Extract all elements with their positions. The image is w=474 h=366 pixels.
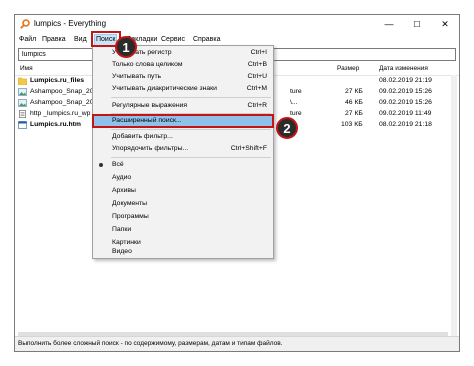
menu-item-add-filter[interactable]: Добавить фильтр...	[93, 131, 273, 143]
status-text: Выполнить более сложный поиск - по содер…	[18, 340, 283, 347]
menu-item-advanced-search[interactable]: Расширенный поиск...	[92, 114, 274, 128]
file-date: 08.02.2019 21:19	[379, 77, 432, 84]
menu-item-organize-filters[interactable]: Упорядочить фильтры... Ctrl+Shift+F	[93, 143, 273, 155]
folder-icon	[18, 77, 27, 85]
file-name: Lumpics.ru.htm	[30, 121, 81, 128]
step-2-callout: 2	[276, 117, 298, 139]
column-size[interactable]: Размер	[337, 65, 359, 72]
menu-item-shortcut: Ctrl+M	[246, 85, 267, 92]
file-path: ture	[290, 88, 302, 95]
menu-separator	[111, 113, 271, 114]
menu-item-filter-everything[interactable]: Всё	[93, 159, 273, 171]
menu-item-label: Программы	[112, 213, 149, 220]
minimize-button[interactable]: —	[375, 15, 403, 33]
search-menu-dropdown: Учитывать регистр Ctrl+I Только слова це…	[92, 45, 274, 259]
menu-item-label: Всё	[112, 161, 124, 168]
menu-item-whole-words[interactable]: Только слова целиком Ctrl+B	[93, 59, 273, 71]
text-file-icon	[19, 110, 26, 118]
menu-item-label: Документы	[112, 200, 148, 207]
menu-item-filter-audio[interactable]: Аудио	[93, 172, 273, 184]
close-button[interactable]: ✕	[431, 15, 459, 33]
menu-item-filter-programs[interactable]: Программы	[93, 211, 273, 223]
step-1-callout: 1	[115, 36, 137, 58]
file-date: 09.02.2019 15:26	[379, 99, 432, 106]
menu-item-label: Видео	[112, 248, 132, 255]
menu-item-label: Аудио	[112, 174, 132, 181]
image-file-icon	[18, 99, 27, 107]
file-date: 09.02.2019 15:26	[379, 88, 432, 95]
menu-item-filter-archives[interactable]: Архивы	[93, 185, 273, 197]
menu-file[interactable]: Файл	[19, 36, 36, 43]
menu-item-filter-video[interactable]: Видео	[93, 246, 273, 258]
menu-separator	[111, 97, 271, 98]
file-name: Ashampoo_Snap_2019	[30, 99, 102, 106]
menu-item-filter-documents[interactable]: Документы	[93, 198, 273, 210]
title-bar: lumpics - Everything — ☐ ✕	[15, 15, 459, 33]
menu-item-label: Регулярные выражения	[112, 102, 188, 109]
image-file-icon	[18, 88, 27, 96]
menu-help[interactable]: Справка	[193, 36, 220, 43]
menu-item-regex[interactable]: Регулярные выражения Ctrl+R	[93, 100, 273, 112]
menu-item-match-diacritics[interactable]: Учитывать диакритические знаки Ctrl+M	[93, 83, 273, 95]
menu-item-shortcut: Ctrl+R	[247, 102, 267, 109]
menu-separator	[111, 157, 271, 158]
file-size: 103 КБ	[341, 121, 363, 128]
file-name: http _lumpics.ru_wp	[30, 110, 91, 117]
menu-item-match-path[interactable]: Учитывать путь Ctrl+U	[93, 71, 273, 83]
menu-tools[interactable]: Сервис	[161, 36, 185, 43]
status-bar: Выполнить более сложный поиск - по содер…	[15, 336, 459, 351]
file-size: 46 КБ	[345, 99, 363, 106]
menu-item-label: Учитывать путь	[112, 73, 162, 80]
radio-bullet-icon	[99, 163, 103, 167]
menu-item-label: Добавить фильтр...	[112, 133, 173, 140]
web-page-icon	[18, 121, 27, 129]
file-name: Ashampoo_Snap_2019	[30, 88, 102, 95]
window-title: lumpics - Everything	[34, 19, 107, 28]
column-date[interactable]: Дата изменения	[379, 65, 428, 72]
menu-item-shortcut: Ctrl+U	[247, 73, 267, 80]
file-path: ture	[290, 110, 302, 117]
column-name[interactable]: Имя	[20, 65, 33, 72]
menu-item-label: Учитывать диакритические знаки	[112, 85, 217, 92]
menu-item-label: Папки	[112, 226, 132, 233]
file-date: 09.02.2019 11:49	[379, 110, 432, 117]
menu-item-label: Только слова целиком	[112, 61, 183, 68]
file-path: \...	[290, 99, 298, 106]
file-size: 27 КБ	[345, 88, 363, 95]
menu-separator	[111, 129, 271, 130]
menu-edit[interactable]: Правка	[42, 36, 66, 43]
vertical-scrollbar[interactable]	[451, 75, 457, 337]
menu-item-label: Расширенный поиск...	[112, 117, 182, 124]
search-magnifier-icon	[20, 19, 30, 29]
menu-view[interactable]: Вид	[74, 36, 87, 43]
menu-item-shortcut: Ctrl+Shift+F	[230, 145, 267, 152]
menu-item-label: Упорядочить фильтры...	[112, 145, 189, 152]
file-date: 08.02.2019 21:18	[379, 121, 432, 128]
menu-item-shortcut: Ctrl+I	[250, 49, 267, 56]
menu-item-label: Картинки	[112, 239, 141, 246]
menu-item-shortcut: Ctrl+B	[247, 61, 267, 68]
menu-item-label: Архивы	[112, 187, 136, 194]
file-size: 27 КБ	[345, 110, 363, 117]
menu-item-filter-folders[interactable]: Папки	[93, 224, 273, 236]
file-name: Lumpics.ru_files	[30, 77, 85, 84]
maximize-button[interactable]: ☐	[403, 15, 431, 33]
